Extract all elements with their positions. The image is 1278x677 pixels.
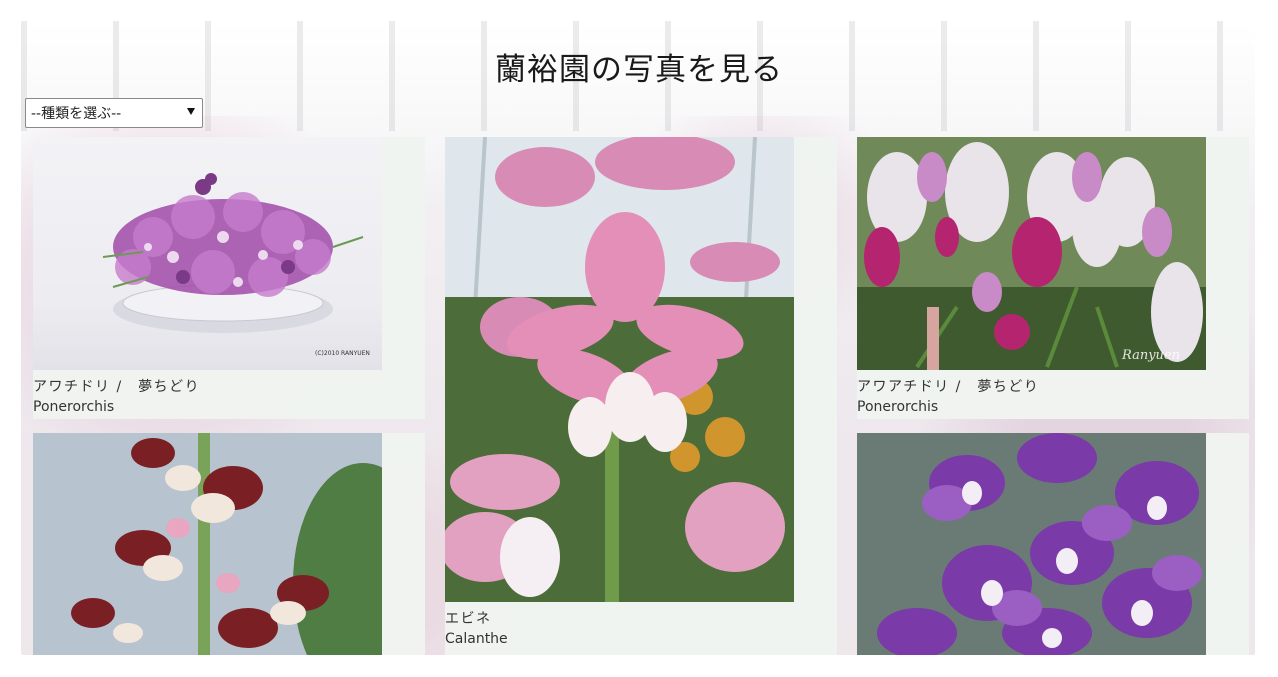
ponerorchis-field-image: Ranyuen bbox=[857, 137, 1206, 370]
calanthe-image bbox=[445, 137, 794, 602]
page-title: 蘭裕園の写真を見る bbox=[495, 52, 783, 88]
card-title-en: Calanthe bbox=[445, 631, 508, 647]
orchid-photo bbox=[445, 137, 794, 602]
species-select-value: --種類を選ぶ-- bbox=[31, 106, 122, 122]
orchid-photo bbox=[857, 433, 1206, 655]
photo-card[interactable]: Ranyuen アワアチドリ / 夢ちどり Ponerorchis bbox=[857, 137, 1249, 419]
orchid-photo bbox=[33, 433, 382, 655]
species-select[interactable]: --種類を選ぶ-- bbox=[25, 98, 203, 128]
orchid-photo: (C)2010 RANYUEN bbox=[33, 137, 382, 370]
card-title-ja: アワチドリ / 夢ちどり bbox=[33, 379, 201, 395]
photo-watermark: Ranyuen bbox=[1121, 348, 1180, 363]
photo-watermark: (C)2010 RANYUEN bbox=[315, 350, 370, 357]
card-title-ja: エビネ bbox=[445, 611, 492, 627]
orchid-bouquet-image: (C)2010 RANYUEN bbox=[102, 173, 370, 357]
card-title-ja: アワアチドリ / 夢ちどり bbox=[857, 379, 1040, 395]
orchid-photo: Ranyuen bbox=[857, 137, 1206, 370]
red-orchid-image bbox=[33, 433, 382, 655]
photo-card[interactable]: エビネ Calanthe bbox=[445, 137, 837, 655]
card-title-en: Ponerorchis bbox=[857, 399, 939, 415]
purple-orchid-image bbox=[857, 433, 1206, 655]
photo-card[interactable]: (C)2010 RANYUEN アワチドリ / 夢ちどり Ponerorchis bbox=[33, 137, 425, 419]
photo-card[interactable] bbox=[33, 433, 425, 655]
photo-card[interactable] bbox=[857, 433, 1249, 655]
card-title-en: Ponerorchis bbox=[33, 399, 115, 415]
chevron-down-icon bbox=[187, 108, 195, 115]
